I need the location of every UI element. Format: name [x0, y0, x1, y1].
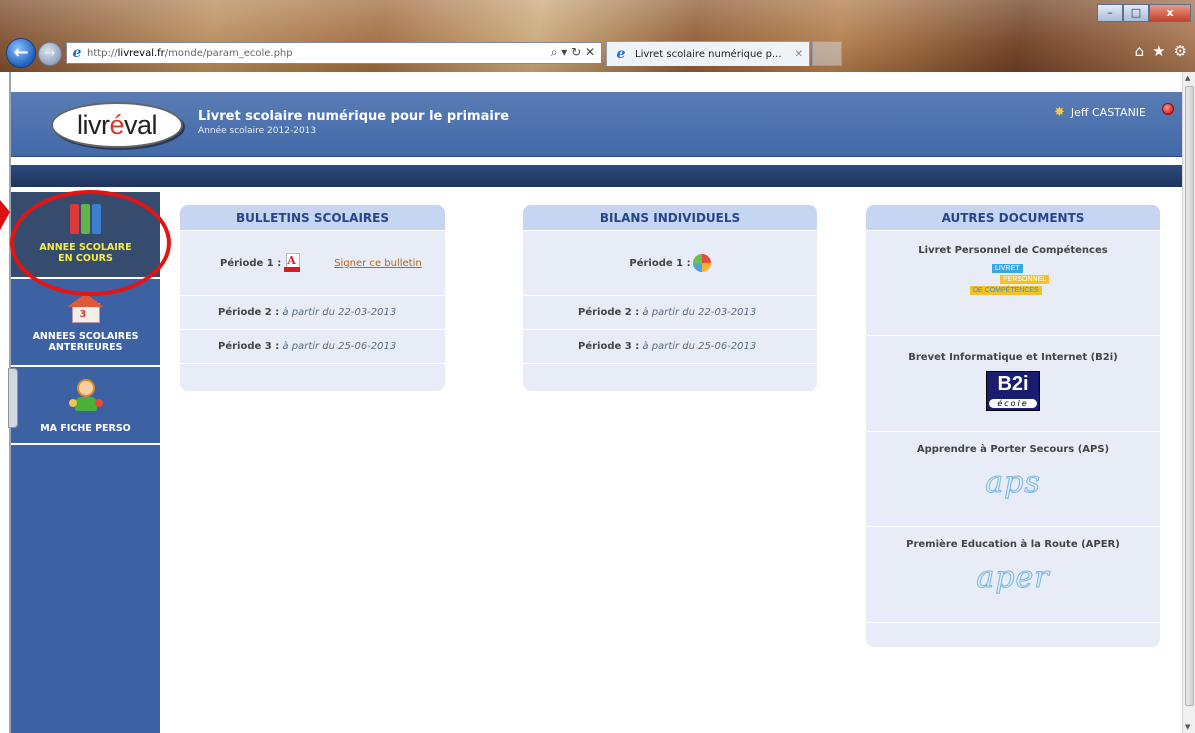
period-label: Période 3 :: [218, 341, 280, 352]
school-house-icon: 3: [67, 293, 104, 323]
nav-bar: [11, 165, 1182, 187]
period-date: à partir du 25-06-2013: [282, 341, 397, 352]
lpc-logo-word: LIVRET: [992, 264, 1023, 273]
minimize-button[interactable]: –: [1097, 4, 1123, 22]
doc-title: Livret Personnel de Compétences: [918, 245, 1108, 256]
sidebar-item-label: EN COURS: [58, 253, 113, 264]
collapse-handle[interactable]: [8, 368, 18, 428]
user-icon: ✸: [1054, 105, 1065, 120]
settings-gear-icon[interactable]: ⚙: [1174, 42, 1187, 60]
b2i-logo[interactable]: B2i école: [986, 371, 1040, 411]
maximize-button[interactable]: □: [1123, 4, 1149, 22]
sidebar-item-label: MA FICHE PERSO: [40, 423, 131, 434]
scroll-down-icon[interactable]: ▼: [1185, 723, 1190, 731]
doc-title: Brevet Informatique et Internet (B2i): [908, 352, 1118, 363]
bilan-row-period-1: Période 1 :: [523, 231, 817, 296]
doc-aper[interactable]: Première Education à la Route (APER) ape…: [866, 527, 1160, 623]
sidebar-item-label: ANNEE SCOLAIRE: [39, 242, 132, 253]
new-tab-button[interactable]: [812, 41, 842, 66]
bilan-row-period-2: Période 2 : à partir du 22-03-2013: [523, 296, 817, 330]
period-date: à partir du 25-06-2013: [642, 341, 757, 352]
scroll-thumb[interactable]: [1185, 86, 1194, 706]
school-year: Année scolaire 2012-2013: [198, 126, 317, 136]
browser-chrome: – □ x ← → e http://livreval.fr/monde/par…: [0, 0, 1195, 72]
lpc-logo-word: DE COMPÉTENCES: [970, 286, 1042, 295]
b2i-logo-sub: école: [989, 399, 1037, 408]
period-label: Période 1 :: [629, 257, 691, 269]
binders-icon: [11, 192, 160, 234]
address-bar[interactable]: e http://livreval.fr/monde/param_ecole.p…: [66, 42, 602, 64]
vertical-scrollbar[interactable]: ▲ ▼: [1182, 72, 1195, 733]
browser-tab[interactable]: e Livret scolaire numérique p... ✕: [606, 41, 810, 66]
url-text: http://livreval.fr/monde/param_ecole.php: [87, 47, 293, 59]
bulletin-row-period-2: Période 2 : à partir du 22-03-2013: [180, 296, 445, 330]
autres-title: AUTRES DOCUMENTS: [866, 205, 1160, 231]
period-label: Période 2 :: [578, 307, 640, 318]
tab-title: Livret scolaire numérique p...: [635, 48, 782, 60]
b2i-logo-main: B2i: [997, 373, 1029, 395]
bulletins-title: BULLETINS SCOLAIRES: [180, 205, 445, 231]
ie-page-icon: e: [72, 45, 82, 61]
user-name: Jeff CASTANIE: [1070, 106, 1146, 119]
sidebar-item-label: ANTERIEURES: [48, 342, 123, 353]
back-arrow-icon[interactable]: ←: [6, 38, 36, 68]
tab-ie-icon: e: [616, 46, 626, 62]
lpc-logo[interactable]: LIVRET PERSONNEL DE COMPÉTENCES: [970, 262, 1056, 306]
period-label: Période 1 :: [220, 257, 282, 269]
doc-aps[interactable]: Apprendre à Porter Secours (APS) aps: [866, 432, 1160, 527]
period-label: Période 2 :: [218, 307, 280, 318]
bilans-title: BILANS INDIVIDUELS: [523, 205, 817, 231]
autres-documents-panel: AUTRES DOCUMENTS Livret Personnel de Com…: [866, 205, 1160, 647]
app-header: livr é val Livret scolaire numérique pour …: [11, 92, 1182, 157]
address-tools[interactable]: ⌕ ▾ ↻ ✕: [551, 45, 595, 60]
sidebar-item-label: ANNEES SCOLAIRES: [32, 331, 139, 342]
bilan-row-period-3: Période 3 : à partir du 25-06-2013: [523, 330, 817, 364]
livreval-logo[interactable]: livr é val: [51, 102, 183, 148]
child-icon: [68, 379, 103, 415]
scroll-up-icon[interactable]: ▲: [1185, 74, 1190, 82]
window-controls: – □ x: [1097, 4, 1191, 22]
bulletins-panel: BULLETINS SCOLAIRES Période 1 : Signer c…: [180, 205, 445, 391]
lpc-logo-word: PERSONNEL: [1000, 275, 1050, 284]
close-window-button[interactable]: x: [1149, 4, 1191, 22]
doc-title: Première Education à la Route (APER): [906, 539, 1120, 550]
doc-b2i[interactable]: Brevet Informatique et Internet (B2i) B2…: [866, 336, 1160, 432]
sidebar: ANNEE SCOLAIRE EN COURS 3 ANNEES SCOLAIR…: [11, 192, 160, 733]
bilans-panel: BILANS INDIVIDUELS Période 1 : Période 2…: [523, 205, 817, 391]
logout-icon[interactable]: [1162, 103, 1174, 115]
favorites-star-icon[interactable]: ★: [1152, 42, 1165, 60]
pdf-icon[interactable]: [284, 253, 301, 273]
aper-logo[interactable]: aper: [976, 560, 1049, 596]
sidebar-item-my-profile[interactable]: MA FICHE PERSO: [11, 369, 160, 445]
aps-logo[interactable]: aps: [985, 465, 1041, 501]
bulletin-row-period-1: Période 1 : Signer ce bulletin: [180, 231, 445, 296]
app-title: Livret scolaire numérique pour le primai…: [198, 109, 510, 124]
home-icon[interactable]: ⌂: [1135, 42, 1145, 60]
forward-arrow-icon[interactable]: →: [38, 42, 62, 66]
bulletin-row-period-3: Période 3 : à partir du 25-06-2013: [180, 330, 445, 364]
period-label: Période 3 :: [578, 341, 640, 352]
period-date: à partir du 22-03-2013: [282, 307, 397, 318]
period-date: à partir du 22-03-2013: [642, 307, 757, 318]
pie-chart-icon[interactable]: [692, 254, 711, 272]
tab-close-icon[interactable]: ✕: [795, 49, 803, 60]
sidebar-item-current-year[interactable]: ANNEE SCOLAIRE EN COURS: [11, 192, 160, 279]
user-menu[interactable]: ✸ Jeff CASTANIE: [1054, 105, 1146, 120]
sign-bulletin-link[interactable]: Signer ce bulletin: [334, 258, 422, 269]
sidebar-item-previous-years[interactable]: 3 ANNEES SCOLAIRES ANTERIEURES: [11, 281, 160, 367]
browser-tools: ⌂ ★ ⚙: [1135, 42, 1187, 60]
doc-title: Apprendre à Porter Secours (APS): [916, 444, 1110, 455]
doc-lpc[interactable]: Livret Personnel de Compétences LIVRET P…: [866, 231, 1160, 336]
